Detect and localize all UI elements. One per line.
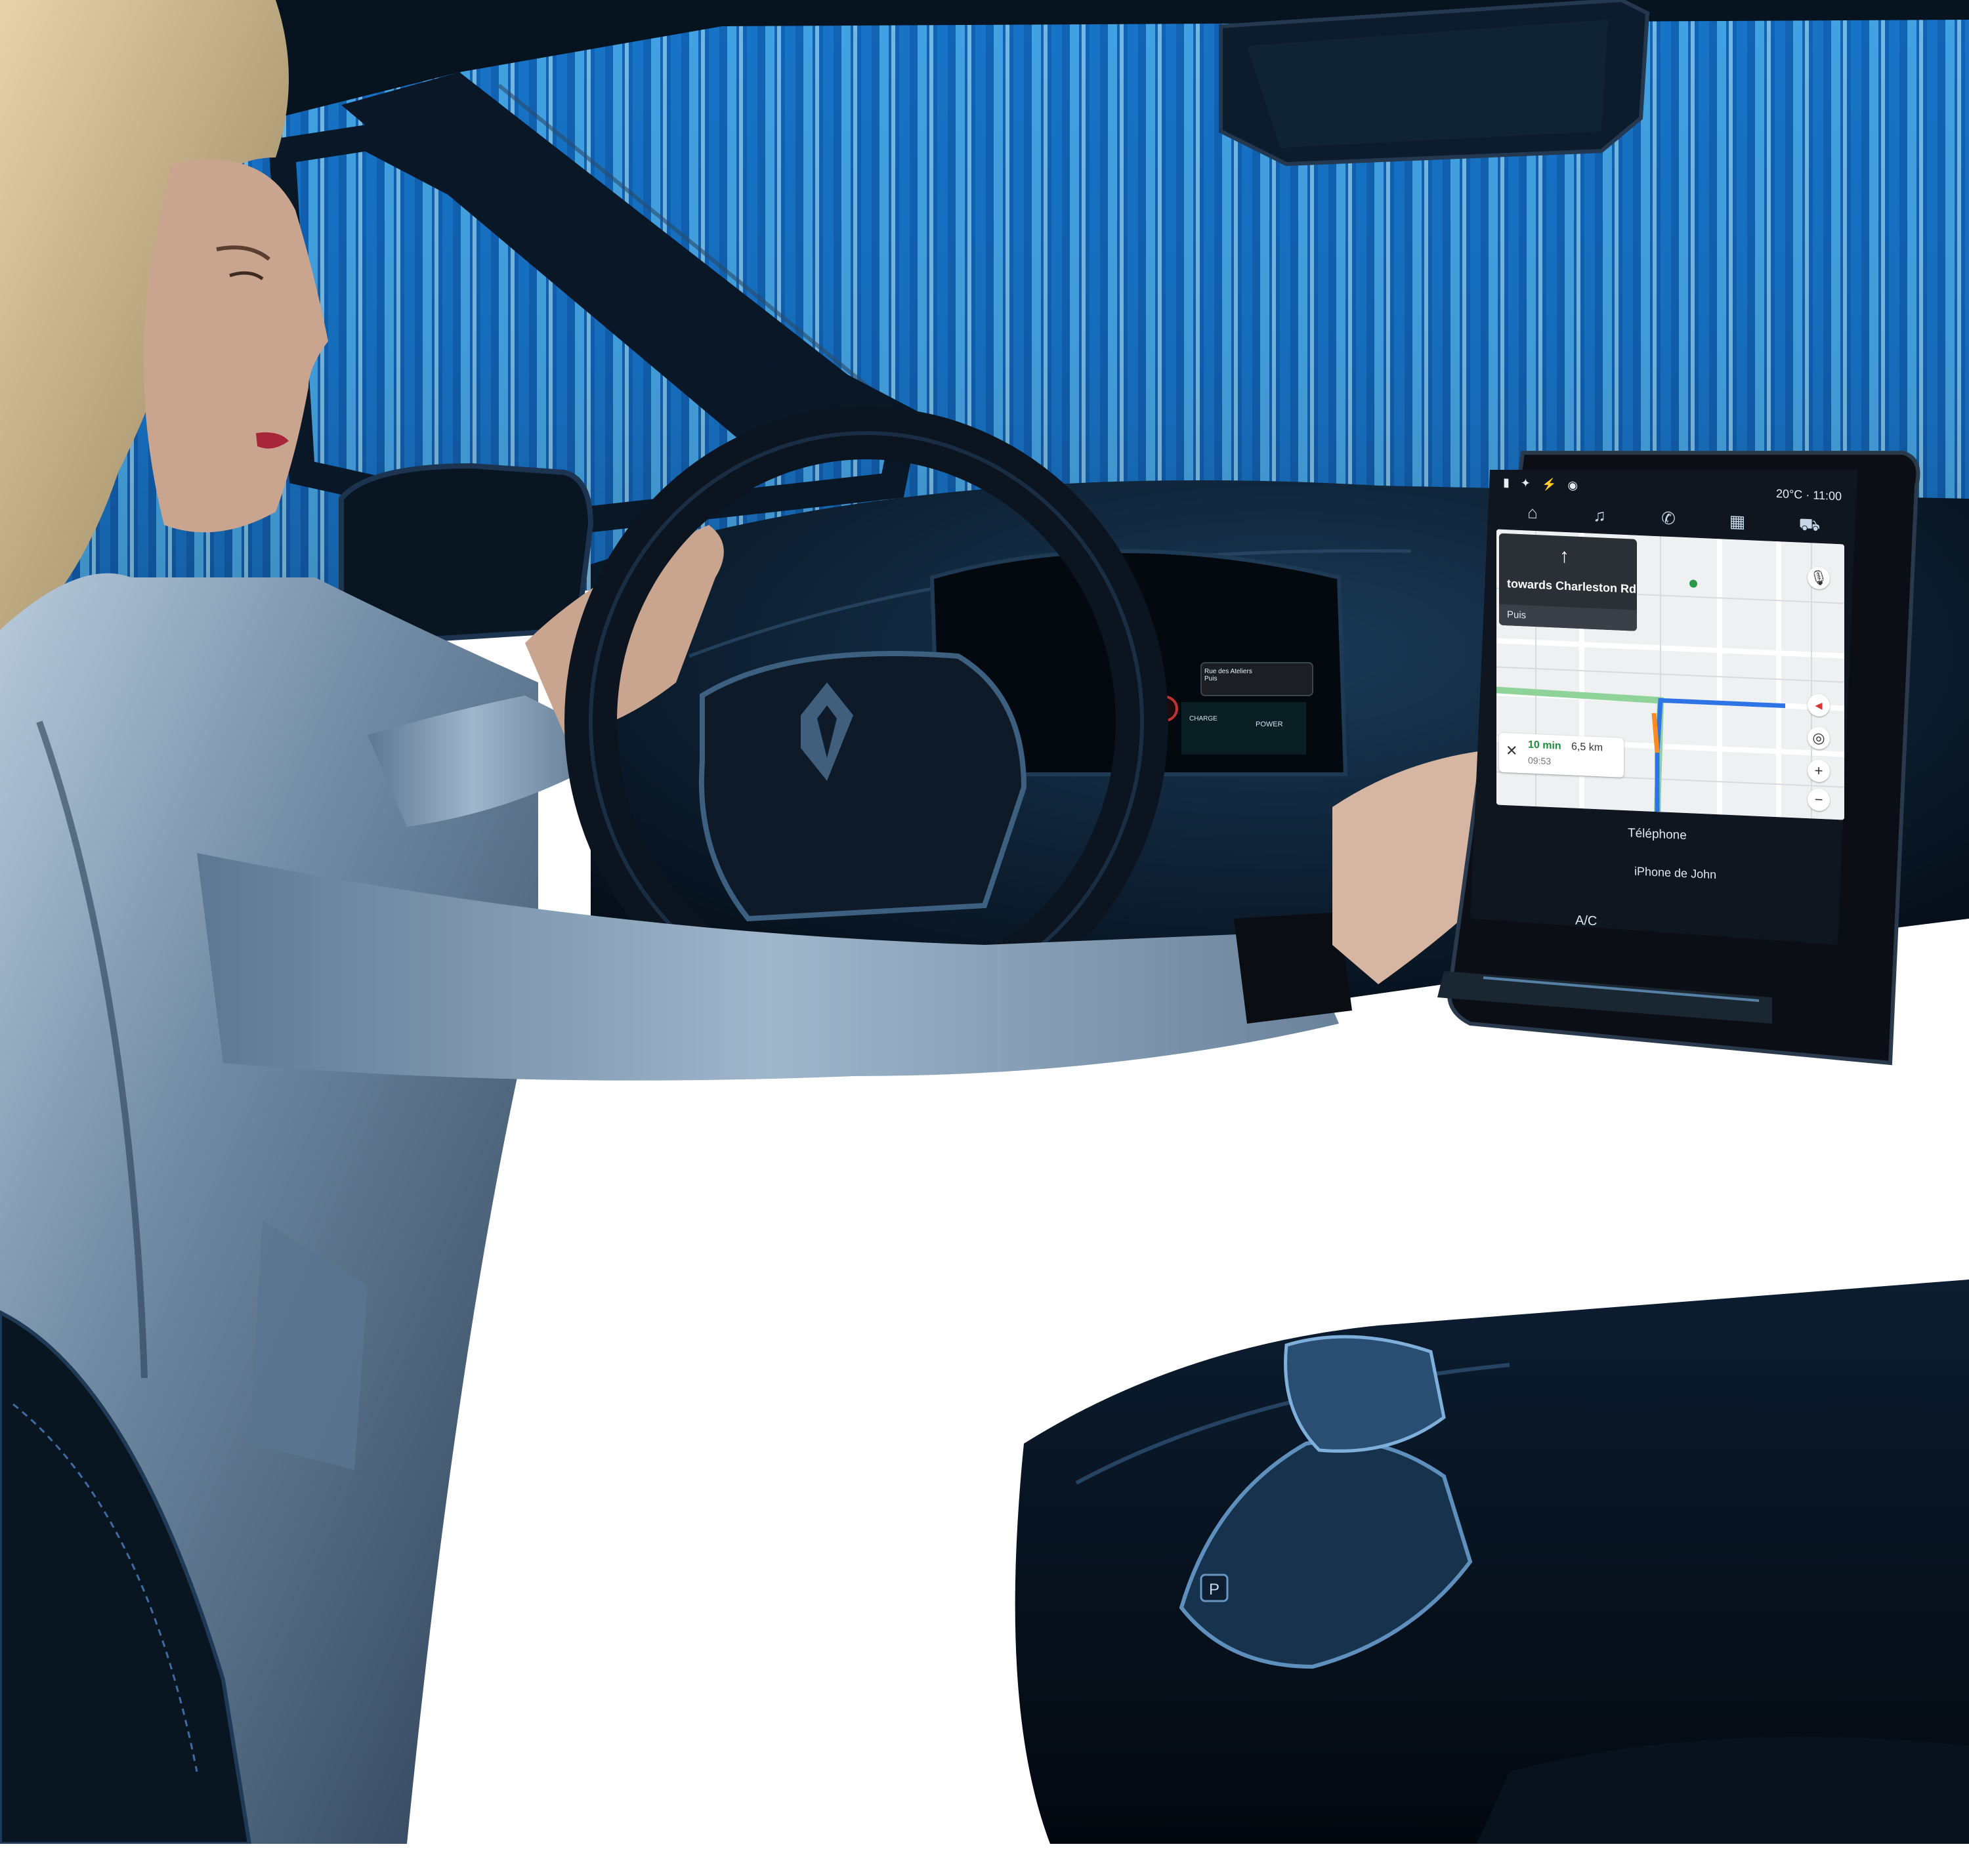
temperature: 20°C (1776, 487, 1803, 501)
phone-widget[interactable]: Téléphone iPhone de John (1588, 816, 1838, 906)
status-readout: 20°C · 11:00 (1776, 487, 1842, 503)
gear-p-label: P (1209, 1581, 1219, 1598)
infotainment-screen: ▮ ✦ ⚡ ◉ 20°C · 11:00 ⌂ ♫ ✆ ▦ ⛟ 🎙 ◂ ◎ + −… (1490, 470, 1857, 958)
bottom-margin (0, 1844, 1969, 1876)
voice-mic-icon[interactable]: 🎙 (1808, 566, 1830, 590)
cluster-nav-card: Rue des Ateliers Puis (1204, 668, 1309, 696)
apps-icon[interactable]: ▦ (1726, 511, 1748, 532)
status-icons: ▮ ✦ ⚡ ◉ (1503, 475, 1582, 493)
straight-arrow-icon: ↑ (1559, 545, 1569, 568)
recenter-icon[interactable]: ◎ (1808, 726, 1830, 750)
climate-bar: A/C (1490, 903, 1857, 949)
mute-icon[interactable]: ◂ (1808, 694, 1830, 717)
eta-distance: 6,5 km (1571, 741, 1603, 754)
car-icon[interactable]: ⛟ (1798, 514, 1821, 535)
cluster-power-label: POWER (1256, 720, 1283, 728)
steering-hub (698, 651, 1027, 922)
ac-button[interactable]: A/C (1575, 913, 1597, 929)
eta-time: 10 min (1528, 739, 1561, 752)
close-icon[interactable]: ✕ (1506, 742, 1517, 760)
nav-then-label: Puis (1507, 609, 1527, 621)
cluster-charge-label: CHARGE (1189, 715, 1217, 722)
eta-arrival: 09:53 (1528, 755, 1552, 767)
cluster-street: Rue des Ateliers (1204, 668, 1252, 675)
cluster-then: Puis (1204, 675, 1217, 682)
nav-street: towards Charleston Rd (1507, 577, 1637, 596)
nav-instruction-card[interactable]: ↑ towards Charleston Rd Puis (1499, 533, 1637, 631)
zoom-out-icon[interactable]: − (1808, 788, 1830, 812)
music-icon[interactable]: ♫ (1588, 505, 1611, 526)
home-icon[interactable]: ⌂ (1521, 502, 1544, 522)
eta-card[interactable]: ✕ 10 min 6,5 km 09:53 (1499, 732, 1624, 778)
zoom-in-icon[interactable]: + (1808, 759, 1830, 783)
car-interior-photo: P Rue des Ateliers Puis CHARGE POWER ▮ ✦… (0, 0, 1969, 1844)
phone-device-name: iPhone de John (1634, 864, 1717, 882)
phone-icon[interactable]: ✆ (1657, 508, 1680, 528)
phone-widget-label: Téléphone (1628, 826, 1687, 843)
clock: 11:00 (1813, 488, 1842, 503)
